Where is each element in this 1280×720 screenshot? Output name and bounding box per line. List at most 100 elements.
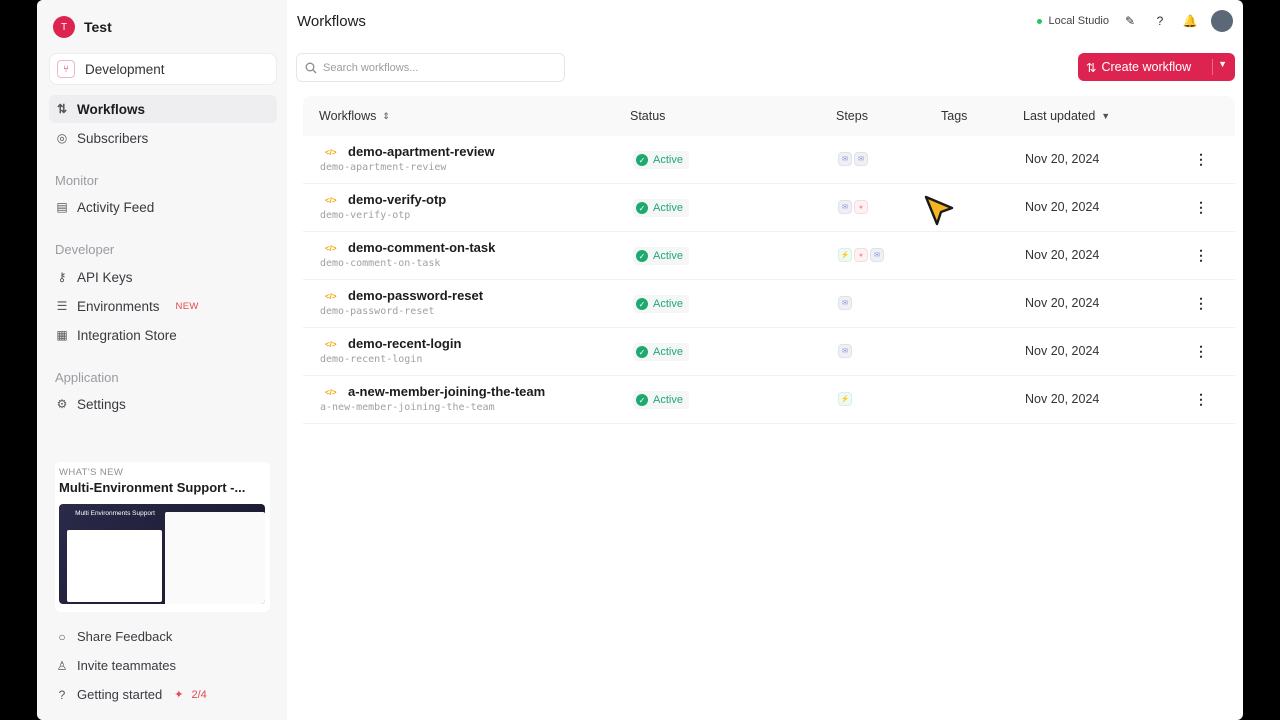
sidebar-item-subscribers[interactable]: ◎ Subscribers (49, 124, 277, 152)
check-circle-icon: ✓ (636, 298, 648, 310)
invite-teammates-button[interactable]: ♙ Invite teammates (55, 658, 176, 673)
workflow-name[interactable]: demo-verify-otp (348, 192, 446, 207)
status-badge: ✓ Active (633, 343, 689, 361)
more-options-icon[interactable]: ⋮ (1193, 245, 1209, 265)
status-badge: ✓ Active (633, 151, 689, 169)
sidebar-item-api-keys[interactable]: ⚷ API Keys (49, 263, 277, 291)
workflows-table: Workflows ⇕ Status Steps Tags Last updat… (303, 96, 1235, 424)
local-studio-indicator[interactable]: Local Studio (1037, 15, 1109, 27)
status-label: Active (653, 298, 683, 310)
email-step-icon: ✉ (838, 152, 852, 166)
more-options-icon[interactable]: ⋮ (1193, 197, 1209, 217)
environment-switcher[interactable]: ⑂ Development (49, 53, 277, 85)
create-workflow-button[interactable]: ⇅ Create workflow ▼ (1078, 53, 1235, 81)
sidebar-item-activity-feed[interactable]: ▤ Activity Feed (49, 193, 277, 221)
steps-list: ✉ ● (838, 200, 868, 214)
more-options-icon[interactable]: ⋮ (1193, 389, 1209, 409)
top-bar: Local Studio ✎ ? 🔔 (1037, 10, 1233, 32)
status-badge: ✓ Active (633, 199, 689, 217)
whats-new-card[interactable]: WHAT'S NEW Multi-Environment Support -..… (55, 462, 270, 612)
last-updated: Nov 20, 2024 (1025, 200, 1100, 214)
org-switcher[interactable]: T Test (53, 16, 112, 38)
last-updated: Nov 20, 2024 (1025, 152, 1100, 166)
user-plus-icon: ♙ (56, 658, 68, 673)
database-icon: ☰ (56, 299, 68, 313)
column-header-steps: Steps (836, 109, 868, 123)
status-badge: ✓ Active (633, 295, 689, 313)
column-header-workflows[interactable]: Workflows ⇕ (319, 109, 390, 123)
steps-list: ✉ (838, 296, 852, 310)
pencil-icon[interactable]: ✎ (1121, 12, 1139, 30)
workflow-name[interactable]: a-new-member-joining-the-team (348, 384, 545, 399)
sparkle-icon: ✦ (174, 689, 184, 701)
section-developer: Developer (55, 242, 115, 257)
email-step-icon: ✉ (854, 152, 868, 166)
column-header-last-updated[interactable]: Last updated ▼ (1023, 109, 1110, 123)
status-label: Active (653, 346, 683, 358)
row-divider (303, 423, 1235, 424)
check-circle-icon: ✓ (636, 394, 648, 406)
chart-icon: ▤ (56, 200, 68, 214)
workflow-name[interactable]: demo-comment-on-task (348, 240, 495, 255)
status-dot (1037, 18, 1043, 24)
chevron-down-icon[interactable]: ▼ (1218, 59, 1227, 69)
code-icon: </> (325, 388, 337, 397)
check-circle-icon: ✓ (636, 346, 648, 358)
column-header-tags: Tags (941, 109, 968, 123)
email-step-icon: ✉ (838, 296, 852, 310)
bottom-item-label: Getting started (77, 687, 163, 702)
sidebar-item-settings[interactable]: ⚙ Settings (49, 390, 277, 418)
table-row[interactable]: </> demo-comment-on-task demo-comment-on-t… (303, 232, 1235, 280)
workflow-name[interactable]: demo-password-reset (348, 288, 483, 303)
workflow-name[interactable]: demo-apartment-review (348, 144, 495, 159)
help-icon[interactable]: ? (1151, 12, 1169, 30)
bell-icon[interactable]: 🔔 (1181, 12, 1199, 30)
table-row[interactable]: </> demo-apartment-review demo-apartment-r… (303, 136, 1235, 184)
section-monitor: Monitor (55, 173, 99, 188)
search-box[interactable] (296, 53, 565, 82)
key-icon: ⚷ (57, 270, 67, 284)
sidebar-item-integration-store[interactable]: ▦ Integration Store (49, 321, 277, 349)
steps-list: ✉ (838, 344, 852, 358)
workflow-id: a-new-member-joining-the-team (320, 402, 495, 413)
check-circle-icon: ✓ (636, 250, 648, 262)
last-updated: Nov 20, 2024 (1025, 248, 1100, 262)
getting-started-button[interactable]: ? Getting started ✦ 2/4 (55, 687, 207, 702)
table-row[interactable]: </> demo-recent-login demo-recent-login ✓ Ac… (303, 328, 1235, 376)
more-options-icon[interactable]: ⋮ (1193, 149, 1209, 169)
workflow-id: demo-verify-otp (320, 210, 411, 221)
sms-step-icon: ● (854, 248, 868, 262)
org-name: Test (84, 19, 112, 35)
email-step-icon: ✉ (838, 344, 852, 358)
check-circle-icon: ✓ (636, 154, 648, 166)
sidebar-item-workflows[interactable]: ⇅ Workflows (49, 95, 277, 123)
workflow-icon: ⇅ (1086, 60, 1097, 75)
steps-list: ✉ ✉ (838, 152, 868, 166)
chat-icon: ○ (58, 629, 66, 644)
bottom-item-label: Share Feedback (77, 629, 173, 644)
sidebar-item-label: Environments (77, 298, 160, 314)
avatar[interactable] (1211, 10, 1233, 32)
search-input[interactable] (323, 61, 543, 74)
table-row[interactable]: </> demo-password-reset demo-password-rese… (303, 280, 1235, 328)
trigger-step-icon: ⚡ (838, 248, 852, 262)
share-feedback-button[interactable]: ○ Share Feedback (55, 629, 172, 644)
last-updated: Nov 20, 2024 (1025, 344, 1100, 358)
sort-desc-icon: ▼ (1101, 111, 1111, 121)
workflow-name[interactable]: demo-recent-login (348, 336, 461, 351)
status-label: Active (653, 394, 683, 406)
preview-title: Multi Environments Support (75, 510, 155, 517)
users-icon: ◎ (56, 131, 68, 145)
code-icon: </> (325, 244, 337, 253)
status-label: Active (653, 250, 683, 262)
code-icon: </> (325, 196, 337, 205)
workflow-id: demo-apartment-review (320, 162, 447, 173)
status-badge: ✓ Active (633, 247, 689, 265)
table-row[interactable]: </> demo-verify-otp demo-verify-otp ✓ Active… (303, 184, 1235, 232)
more-options-icon[interactable]: ⋮ (1193, 341, 1209, 361)
more-options-icon[interactable]: ⋮ (1193, 293, 1209, 313)
steps-list: ⚡ ● ✉ (838, 248, 884, 262)
sort-icon: ⇕ (382, 110, 390, 121)
sidebar-item-environments[interactable]: ☰ Environments NEW (49, 292, 277, 320)
table-row[interactable]: </> a-new-member-joining-the-team a-new-me… (303, 376, 1235, 424)
